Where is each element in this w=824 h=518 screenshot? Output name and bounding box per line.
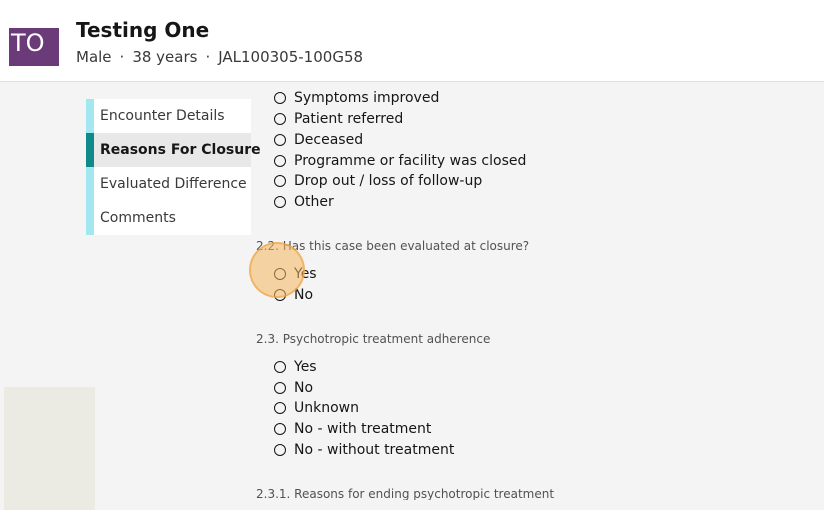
radio-option[interactable]: No - without treatment [274,440,454,460]
radio-circle-icon[interactable] [274,92,286,104]
corner-panel [4,387,95,510]
click-highlight [249,242,305,298]
radio-label: Other [294,194,334,210]
radio-label: Drop out / loss of follow-up [294,173,483,189]
radio-option[interactable]: Symptoms improved [274,88,439,108]
radio-circle-icon[interactable] [274,196,286,208]
radio-circle-icon[interactable] [274,402,286,414]
meta-separator: · [119,48,125,66]
radio-label: Deceased [294,132,364,148]
radio-option[interactable]: Programme or facility was closed [274,151,526,171]
nav-item-evaluated-difference[interactable]: Evaluated Difference [86,167,251,201]
question-label: 2.3.1. Reasons for ending psychotropic t… [256,487,555,500]
radio-label: Yes [294,359,317,375]
closure-form: Symptoms improved Patient referred Decea… [256,86,796,500]
patient-age: 38 years [132,48,198,66]
radio-option[interactable]: Drop out / loss of follow-up [274,171,482,191]
radio-label: Unknown [294,400,359,416]
radio-option[interactable]: Unknown [274,398,359,418]
section-nav: Encounter Details Reasons For Closure Ev… [86,99,261,235]
patient-id: JAL100305-100G58 [218,48,364,66]
question-label: 2.3. Psychotropic treatment adherence [256,332,491,346]
radio-label: Symptoms improved [294,90,440,106]
radio-label: Patient referred [294,111,404,127]
radio-circle-icon[interactable] [274,113,286,125]
avatar: TO [9,28,59,66]
radio-option[interactable]: Patient referred [274,109,403,129]
radio-label: Programme or facility was closed [294,153,527,169]
radio-circle-icon[interactable] [274,155,286,167]
radio-label: No - without treatment [294,442,455,458]
radio-circle-icon[interactable] [274,175,286,187]
radio-option[interactable]: Other [274,192,334,212]
patient-gender: Male [76,48,112,66]
radio-option[interactable]: Yes [274,357,317,377]
patient-header: TO Testing One Male · 38 years · JAL100305-1… [0,14,824,82]
radio-label: No - with treatment [294,421,432,437]
nav-item-encounter-details[interactable]: Encounter Details [86,99,251,133]
patient-name: Testing One [76,18,210,42]
radio-circle-icon[interactable] [274,134,286,146]
radio-option[interactable]: No [274,378,313,398]
bottom-strip [0,510,824,518]
patient-meta: Male · 38 years · JAL100305-100G58 [76,48,363,66]
radio-option[interactable]: Deceased [274,130,363,150]
radio-label: No [294,380,314,396]
radio-circle-icon[interactable] [274,361,286,373]
nav-item-reasons-for-closure[interactable]: Reasons For Closure [86,133,261,167]
meta-separator: · [205,48,211,66]
nav-item-comments[interactable]: Comments [86,201,251,235]
radio-option[interactable]: No - with treatment [274,419,431,439]
radio-circle-icon[interactable] [274,423,286,435]
radio-circle-icon[interactable] [274,444,286,456]
radio-circle-icon[interactable] [274,382,286,394]
top-bar [0,0,824,14]
